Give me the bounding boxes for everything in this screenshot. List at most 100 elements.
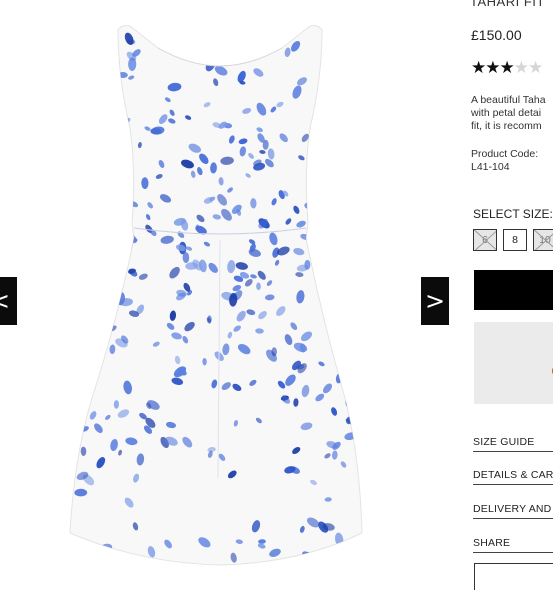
petal-print: [107, 78, 114, 88]
petal-print: [333, 51, 338, 58]
details-care-toggle[interactable]: DETAILS & CARE: [473, 469, 553, 485]
petal-print: [92, 109, 98, 118]
petal-print: [106, 272, 114, 283]
star-empty-icon: ★: [528, 58, 543, 78]
petal-print: [337, 172, 345, 184]
petal-print: [331, 205, 342, 213]
petal-print: [354, 155, 359, 162]
size-selector: 6 8 10: [473, 229, 553, 251]
wishlist-button[interactable]: [474, 563, 553, 590]
petal-print: [118, 170, 128, 181]
product-description: A beautiful Taha with petal detai fit, i…: [471, 94, 553, 133]
petal-print: [89, 353, 97, 358]
petal-print: [351, 81, 361, 88]
add-to-bag-button[interactable]: [474, 270, 553, 310]
petal-print: [104, 296, 116, 309]
delivery-returns-toggle[interactable]: DELIVERY AND RETURNS: [473, 503, 553, 519]
petal-print: [251, 36, 257, 43]
petal-print: [347, 216, 356, 224]
petal-print: [81, 289, 90, 297]
previous-image-button[interactable]: <: [0, 277, 17, 325]
petal-print: [349, 157, 359, 167]
petal-print: [328, 93, 339, 103]
size-option-8[interactable]: 8: [503, 229, 527, 251]
size-option-label: 8: [512, 234, 518, 246]
petal-print: [78, 178, 85, 188]
petal-print: [343, 58, 353, 66]
petal-print: [244, 47, 255, 54]
product-code-value: L41-104: [471, 161, 510, 173]
petal-print: [110, 192, 120, 203]
petal-print: [87, 137, 95, 144]
next-image-button[interactable]: >: [421, 277, 449, 325]
petal-print: [106, 187, 117, 201]
petal-print: [79, 159, 86, 165]
chevron-left-icon: <: [0, 289, 10, 313]
petal-print: [102, 69, 111, 80]
petal-print: [119, 198, 126, 203]
petal-print: [271, 347, 277, 357]
petal-print: [88, 125, 95, 130]
size-guide-link[interactable]: SIZE GUIDE: [473, 436, 553, 452]
petal-print: [103, 151, 108, 158]
petal-print: [113, 157, 121, 165]
select-size-label: SELECT SIZE:: [473, 207, 553, 221]
petal-print: [122, 170, 128, 176]
star-filled-icon: ★: [471, 58, 486, 78]
petal-print: [318, 190, 329, 203]
star-empty-icon: ★: [513, 58, 529, 78]
petal-print: [76, 240, 84, 249]
petal-print: [325, 215, 336, 223]
size-option-10[interactable]: 10: [533, 229, 553, 251]
petal-print: [94, 272, 107, 282]
petal-print: [117, 173, 124, 180]
share-toggle[interactable]: SHARE: [473, 537, 553, 553]
petal-print: [78, 309, 87, 316]
product-title: TAHARI FIT: [470, 0, 545, 9]
petal-print: [102, 304, 114, 315]
product-price: £150.00: [471, 27, 522, 43]
petal-print: [341, 129, 354, 138]
petal-print: [341, 236, 350, 249]
petal-print: [75, 209, 87, 222]
product-details-panel: TAHARI FIT £150.00 ★★★★★ A beautiful Tah…: [470, 0, 553, 590]
petal-print: [84, 264, 93, 272]
petal-print: [326, 206, 341, 215]
petal-print: [343, 303, 349, 312]
petal-print: [98, 294, 104, 304]
size-option-label: 6: [482, 234, 488, 246]
petal-print: [81, 332, 91, 339]
petal-print: [349, 287, 360, 293]
petal-print: [120, 214, 130, 228]
star-filled-icon: ★: [499, 58, 515, 78]
petal-print: [331, 88, 340, 102]
description-line: fit, it is recomm: [471, 120, 542, 132]
petal-print: [92, 299, 102, 310]
star-filled-icon: ★: [485, 58, 500, 78]
petal-print: [90, 126, 96, 135]
petal-print: [323, 222, 330, 227]
petal-print: [329, 225, 340, 233]
dress-product-image: [69, 25, 363, 566]
product-code-label: Product Code:: [471, 148, 539, 160]
size-option-6[interactable]: 6: [473, 229, 497, 251]
petal-print: [91, 254, 100, 263]
petal-print: [77, 278, 86, 288]
petal-print: [108, 68, 116, 79]
description-line: with petal detai: [471, 107, 542, 119]
petal-print: [250, 44, 255, 52]
petal-print: [343, 210, 349, 218]
petal-print: [355, 240, 362, 248]
petal-print: [334, 180, 341, 186]
petal-print: [94, 83, 108, 91]
petal-print: [109, 289, 115, 297]
petal-print: [117, 169, 123, 174]
product-gallery: < >: [0, 0, 455, 590]
description-line: A beautiful Taha: [471, 94, 546, 106]
petal-print: [338, 205, 346, 216]
petal-print: [238, 47, 247, 54]
promo-box[interactable]: [474, 322, 553, 404]
petal-print: [311, 232, 317, 238]
petal-print: [124, 155, 131, 160]
size-option-label: 10: [539, 234, 551, 246]
